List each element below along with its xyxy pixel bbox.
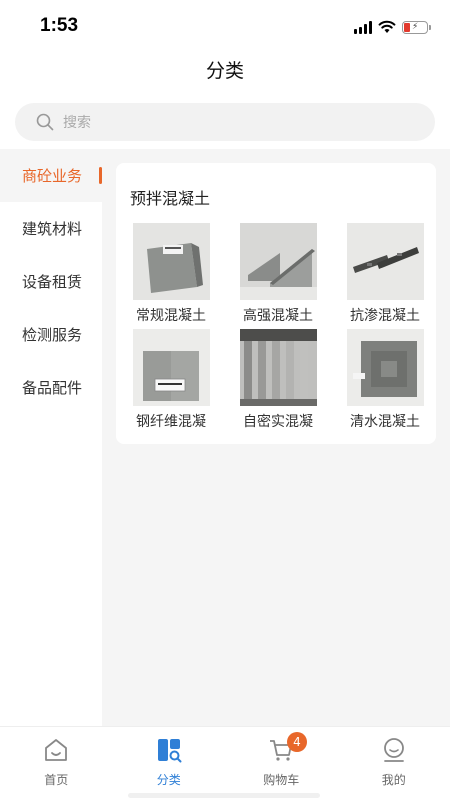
tab-label: 分类 <box>156 773 181 787</box>
product-item[interactable]: 钢纤维混凝 <box>124 329 218 435</box>
product-item[interactable]: 抗渗混凝土 <box>338 223 432 329</box>
bottom-tabbar: 首页 分类 4 购物车 我的 <box>0 726 450 800</box>
product-image <box>346 329 424 406</box>
subcategory-panel: 预拌混凝土 常规混凝土 高强混凝土 抗渗混凝土 钢纤维混凝 自密实混凝 清水混凝… <box>116 163 436 444</box>
tab-profile[interactable]: 我的 <box>338 727 450 800</box>
sidebar-item-label: 检测服务 <box>22 326 83 344</box>
product-item[interactable]: 高强混凝土 <box>231 223 325 329</box>
search-icon <box>35 112 55 132</box>
sidebar-item-label: 建筑材料 <box>22 220 83 238</box>
tab-label: 我的 <box>381 773 406 787</box>
sidebar-item-spare-parts[interactable]: 备品配件 <box>0 361 102 414</box>
signal-icon <box>354 20 372 34</box>
product-grid: 常规混凝土 高强混凝土 抗渗混凝土 钢纤维混凝 自密实混凝 清水混凝土 <box>124 223 428 435</box>
active-indicator <box>99 167 102 184</box>
status-icons: ⚡ <box>354 18 431 36</box>
subcategory-title: 预拌混凝土 <box>130 189 211 208</box>
product-label: 高强混凝土 <box>243 308 313 324</box>
page-title: 分类 <box>205 60 244 82</box>
product-label: 自密实混凝 <box>243 414 313 430</box>
sidebar-item-testing-services[interactable]: 检测服务 <box>0 308 102 361</box>
product-image <box>132 223 210 300</box>
tab-label: 首页 <box>44 773 69 787</box>
tab-category[interactable]: 分类 <box>113 727 226 800</box>
product-label: 常规混凝土 <box>136 308 206 324</box>
sidebar-item-concrete-business[interactable]: 商砼业务 <box>0 149 102 202</box>
home-icon <box>41 735 71 765</box>
battery-icon: ⚡ <box>402 20 431 34</box>
product-label: 清水混凝土 <box>350 414 420 430</box>
status-bar: 1:53 ⚡ <box>0 0 450 54</box>
category-icon <box>154 735 184 765</box>
sidebar-item-label: 设备租赁 <box>22 273 83 291</box>
sidebar-item-equipment-rental[interactable]: 设备租赁 <box>0 255 102 308</box>
search-bar[interactable]: 搜索 <box>15 103 435 141</box>
sidebar-item-building-materials[interactable]: 建筑材料 <box>0 202 102 255</box>
wifi-icon <box>378 20 396 33</box>
tab-cart[interactable]: 4 购物车 <box>225 727 338 800</box>
product-label: 钢纤维混凝 <box>136 414 206 430</box>
product-image <box>239 329 317 406</box>
status-time: 1:53 <box>40 15 79 36</box>
product-item[interactable]: 常规混凝土 <box>124 223 218 329</box>
product-label: 抗渗混凝土 <box>350 308 420 324</box>
search-input[interactable]: 搜索 <box>63 112 91 132</box>
page-header: 分类 <box>0 54 450 98</box>
product-item[interactable]: 清水混凝土 <box>338 329 432 435</box>
tab-label: 购物车 <box>263 773 300 787</box>
category-content: 商砼业务 建筑材料 设备租赁 检测服务 备品配件 预拌混凝土 常规混凝土 高强混… <box>0 149 450 726</box>
product-image <box>132 329 210 406</box>
profile-icon <box>379 735 409 765</box>
product-image <box>239 223 317 300</box>
sidebar-item-label: 备品配件 <box>22 379 83 397</box>
tab-home[interactable]: 首页 <box>0 727 113 800</box>
cart-badge: 4 <box>287 732 307 752</box>
sidebar-item-label: 商砼业务 <box>22 167 83 185</box>
product-image <box>346 223 424 300</box>
home-indicator <box>128 793 320 798</box>
category-sidebar: 商砼业务 建筑材料 设备租赁 检测服务 备品配件 <box>0 149 102 726</box>
product-item[interactable]: 自密实混凝 <box>231 329 325 435</box>
